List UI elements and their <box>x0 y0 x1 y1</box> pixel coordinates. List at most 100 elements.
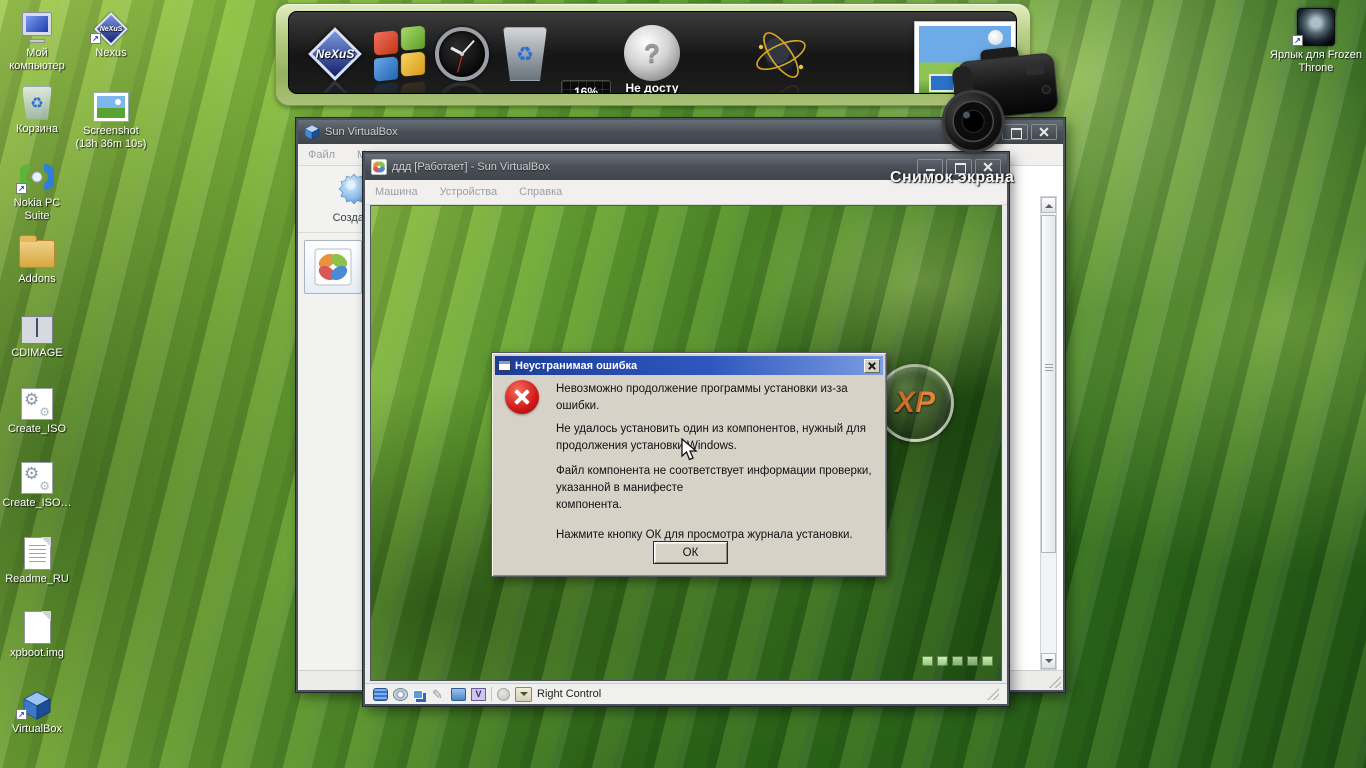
cd-status-icon[interactable] <box>393 688 408 701</box>
gears-icon: ⚙⚙ <box>21 388 53 420</box>
desktop-icon-label: Ярлык для Frozen Throne <box>1266 49 1366 75</box>
dialog-window-icon <box>498 360 511 371</box>
error-icon <box>505 380 539 414</box>
xp-logo-badge: XP <box>876 364 954 442</box>
desktop-icon-label: Screenshot (13h 36m 10s) <box>74 125 148 151</box>
dialog-title: Неустранимая ошибка <box>515 360 860 372</box>
close-button[interactable] <box>1031 124 1057 140</box>
dock-network-atom-icon[interactable] <box>753 29 809 81</box>
image-file-icon <box>93 92 129 122</box>
desktop-icon-label: Create_ISO… <box>0 497 74 510</box>
menu-devices[interactable]: Устройства <box>440 186 498 198</box>
cpu-value: 16% <box>562 85 610 94</box>
message-line: компонента. <box>556 497 876 514</box>
desktop-icon-label: xpboot.img <box>0 647 74 660</box>
scroll-up-arrow[interactable] <box>1041 197 1056 213</box>
message-line: Невозможно продолжение программы установ… <box>556 381 876 415</box>
dock-inner-panel: NeXuS ♻ 16% ? Не досту 1 009M @ <box>288 11 1017 94</box>
vm-window-title: ддд [Работает] - Sun VirtualBox <box>392 161 912 173</box>
harddisk-status-icon[interactable] <box>373 688 388 701</box>
vm-list-item[interactable] <box>304 240 362 294</box>
desktop-icon-nexus[interactable]: NeXuS↗ Nexus <box>74 6 148 60</box>
dock-wallpaper-icon[interactable] <box>914 21 1016 94</box>
nexus-dock: NeXuS ♻ 16% ? Не досту 1 009M @ <box>275 3 1031 106</box>
dock-clock-icon[interactable] <box>435 27 489 81</box>
mini-screen-thumbnail <box>929 74 955 92</box>
my-computer-icon <box>19 12 55 44</box>
menu-help[interactable]: Справка <box>519 186 562 198</box>
desktop-icon-label: Nokia PC Suite <box>0 197 74 223</box>
vm-butterfly-icon <box>314 248 352 286</box>
dock-unavailable-icon[interactable]: ? Не досту <box>621 25 683 94</box>
desktop-icon-recycle-bin[interactable]: ♻ Корзина <box>0 82 74 136</box>
moon-icon <box>988 30 1003 45</box>
message-line: продолжения установки Windows. <box>556 438 876 455</box>
ok-button[interactable]: ОК <box>653 541 728 564</box>
dock-cpu-meter[interactable]: 16% <box>561 80 611 94</box>
statusbar-separator <box>491 687 492 701</box>
resize-grip[interactable] <box>987 688 999 700</box>
shortcut-arrow-icon: ↗ <box>16 709 27 720</box>
vm-statusbar: ✎ V Right Control <box>365 683 1007 704</box>
shortcut-arrow-icon: ↗ <box>16 183 27 194</box>
desktop-icon-addons[interactable]: Addons <box>0 232 74 286</box>
menu-file[interactable]: Файл <box>308 149 335 161</box>
desktop-icon-label: Addons <box>0 273 74 286</box>
resize-grip[interactable] <box>1049 676 1061 688</box>
desktop-icon-xpboot[interactable]: xpboot.img <box>0 606 74 660</box>
desktop-icon-label: VirtualBox <box>0 723 74 736</box>
scroll-thumb[interactable] <box>1041 215 1056 553</box>
desktop-icon-screenshot[interactable]: Screenshot (13h 36m 10s) <box>74 84 148 151</box>
minimize-button[interactable] <box>973 124 999 140</box>
virtualization-chip-icon[interactable]: V <box>471 688 486 701</box>
desktop-icon-create-iso-2[interactable]: ⚙⚙ Create_ISO… <box>0 456 74 510</box>
desktop-icon-label: Create_ISO <box>0 423 74 436</box>
recycle-bin-icon: ♻ <box>22 86 52 120</box>
text-file-icon <box>24 537 51 570</box>
desktop-icon-virtualbox[interactable]: ↗ VirtualBox <box>0 682 74 736</box>
question-icon: ? <box>624 25 680 81</box>
error-dialog: Неустранимая ошибка Невозможно продолжен… <box>491 352 887 577</box>
shared-folder-icon[interactable] <box>451 688 466 701</box>
application-icon <box>21 316 53 344</box>
desktop-icon-frozen-throne[interactable]: ↗ Ярлык для Frozen Throne <box>1266 4 1366 75</box>
hostkey-label: Right Control <box>537 688 601 700</box>
scroll-down-arrow[interactable] <box>1041 653 1056 669</box>
shared-clipboard-icon[interactable]: ✎ <box>432 688 446 701</box>
dock-recycle-bin-icon[interactable]: ♻ <box>503 27 547 81</box>
desktop-icon-readme[interactable]: Readme_RU <box>0 532 74 586</box>
dialog-close-button[interactable] <box>864 359 880 373</box>
desktop-icon-label: CDIMAGE <box>0 347 74 360</box>
message-line: указанной в манифесте <box>556 480 876 497</box>
menu-machine[interactable]: Машина <box>375 186 418 198</box>
desktop-icon-label: Readme_RU <box>0 573 74 586</box>
file-icon <box>24 611 51 644</box>
dock-nexus-icon[interactable]: NeXuS <box>307 28 363 80</box>
dock-windows-icon[interactable] <box>373 25 427 83</box>
folder-icon <box>19 240 55 268</box>
mouse-integration-icon[interactable] <box>497 688 510 701</box>
message-line: Файл компонента не соответствует информа… <box>556 463 876 480</box>
shortcut-arrow-icon: ↗ <box>90 33 101 44</box>
unavailable-caption: Не досту <box>621 81 683 94</box>
message-line: Не удалось установить один из компоненто… <box>556 421 876 438</box>
desktop-icon-nokia-pc-suite[interactable]: ↗ Nokia PC Suite <box>0 156 74 223</box>
window-title: Sun VirtualBox <box>325 126 968 138</box>
dialog-titlebar[interactable]: Неустранимая ошибка <box>495 356 883 375</box>
screenshot-caption: Снимок экрана <box>890 169 1014 187</box>
gears-icon: ⚙⚙ <box>21 462 53 494</box>
shortcut-arrow-icon: ↗ <box>1292 35 1303 46</box>
desktop-icon-cdimage[interactable]: CDIMAGE <box>0 306 74 360</box>
network-status-icon[interactable] <box>413 690 423 699</box>
details-scrollbar[interactable] <box>1040 196 1057 670</box>
virtualbox-icon <box>304 124 320 140</box>
window-titlebar[interactable]: Sun VirtualBox <box>298 120 1063 144</box>
desktop-icon-label: Корзина <box>0 123 74 136</box>
maximize-button[interactable] <box>1002 124 1028 140</box>
desktop-icon-create-iso[interactable]: ⚙⚙ Create_ISO <box>0 382 74 436</box>
setup-progress-dots <box>922 656 993 666</box>
desktop-icon-label: Nexus <box>74 47 148 60</box>
vm-butterfly-icon <box>371 159 387 175</box>
desktop-icon-my-computer[interactable]: Мой компьютер <box>0 6 74 73</box>
hostkey-icon <box>515 687 532 702</box>
